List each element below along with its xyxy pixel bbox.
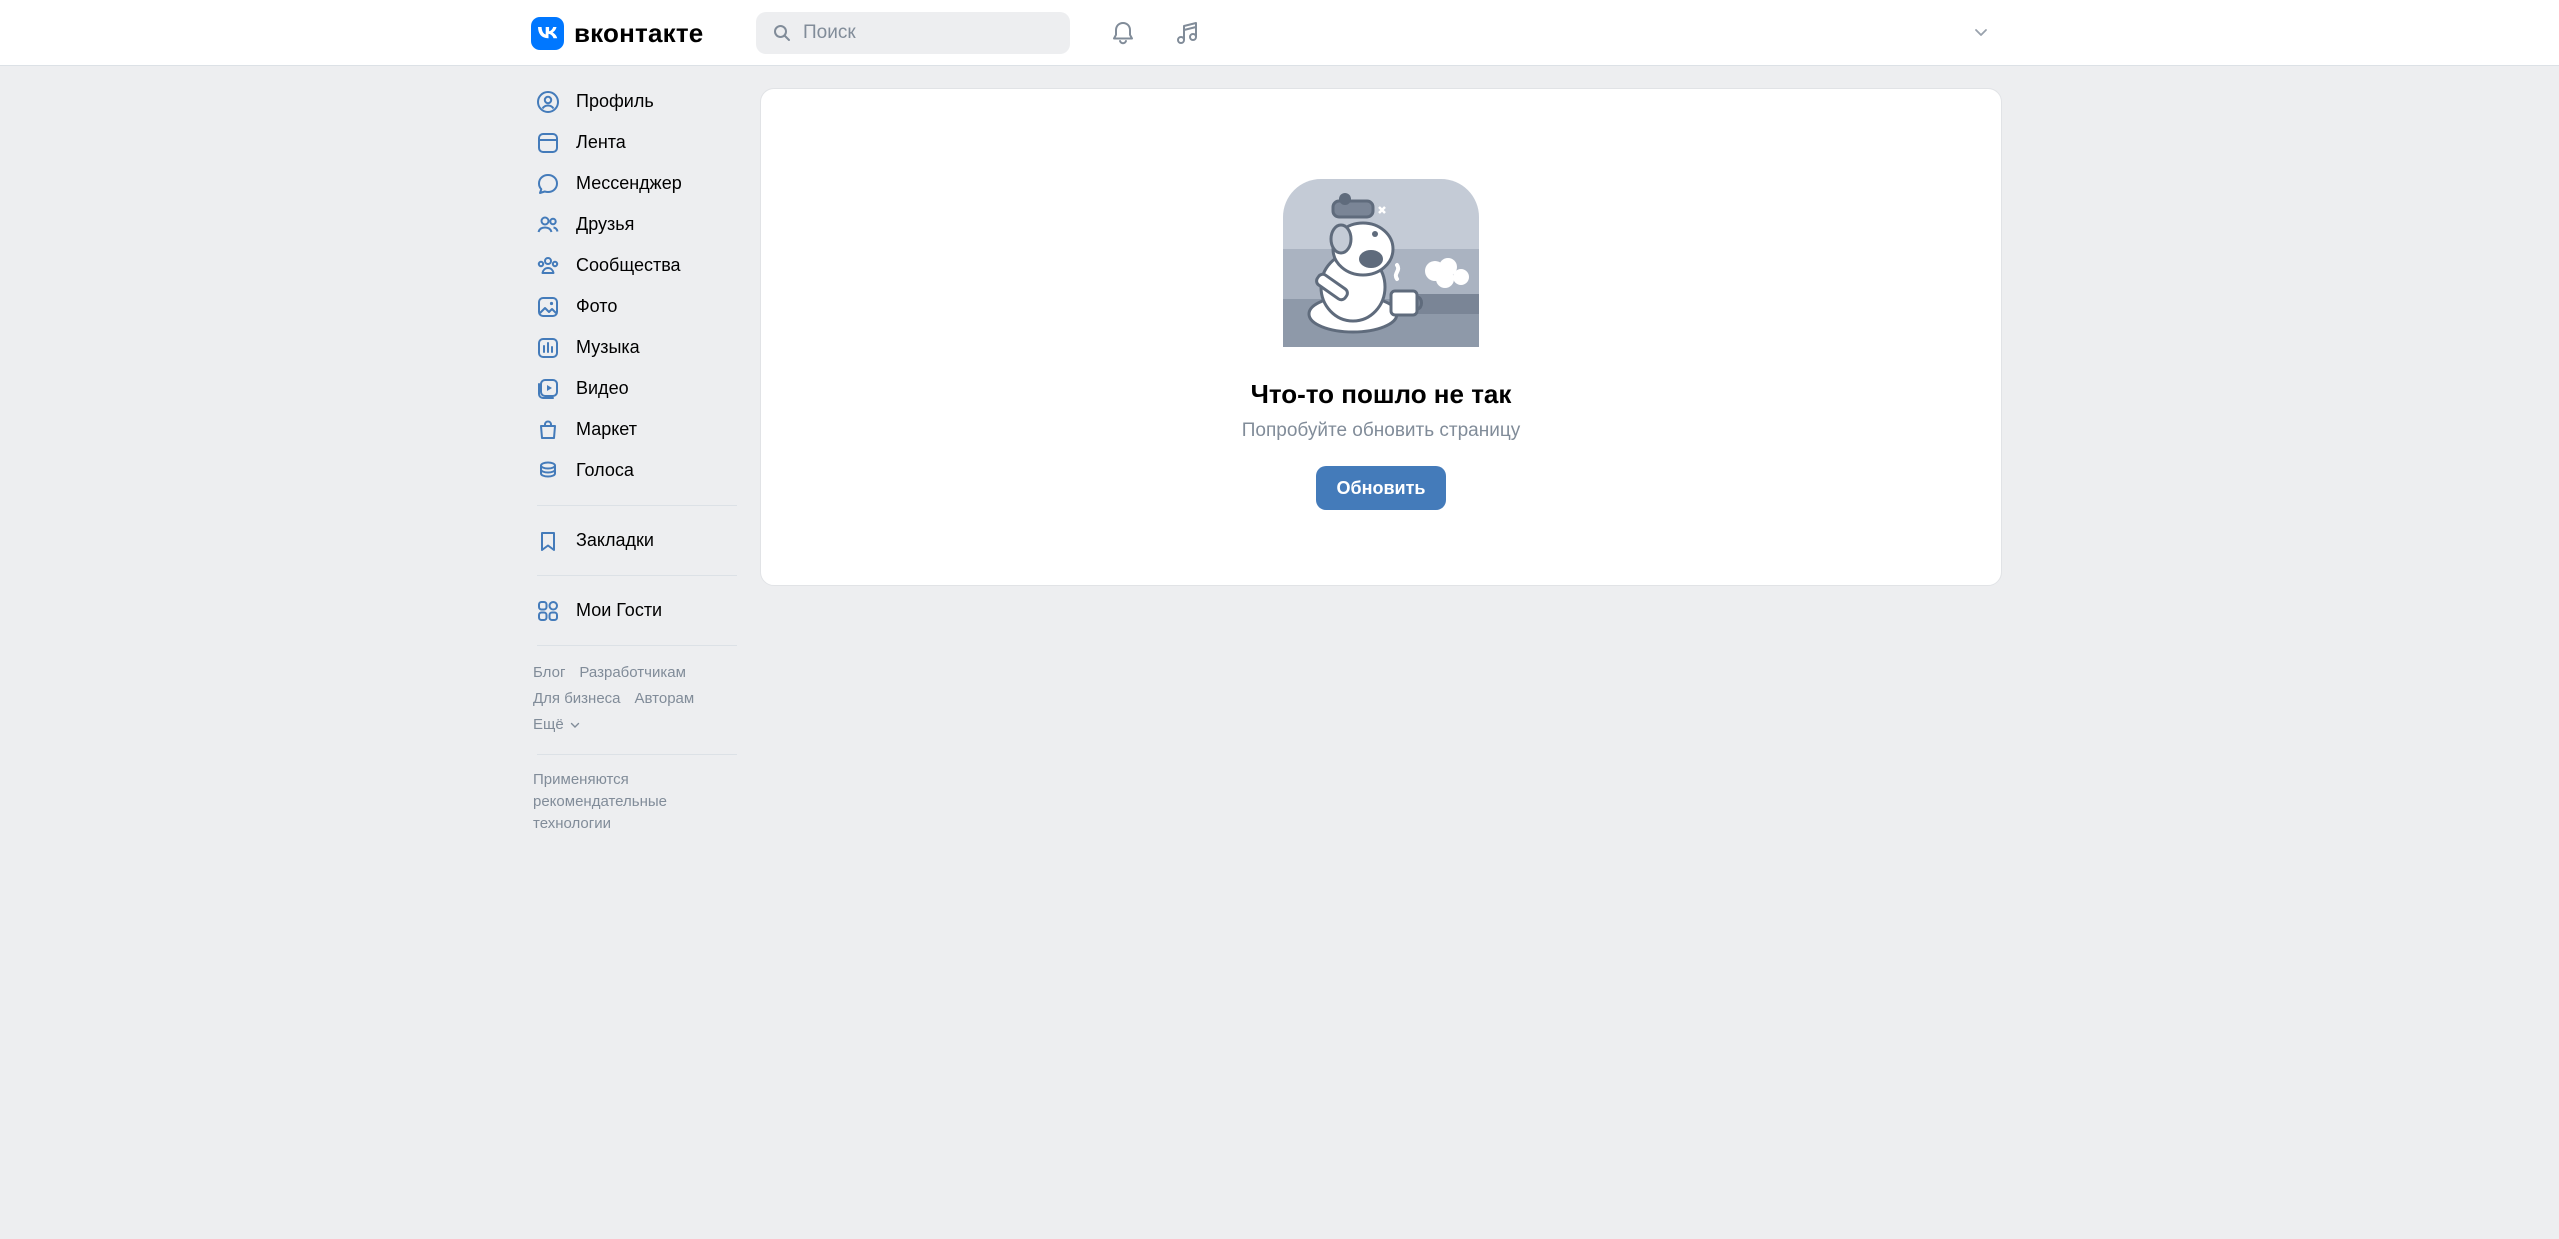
footer-links: Блог Разработчикам Для бизнеса Авторам Ещё xyxy=(533,660,743,738)
sidebar-item-label: Фото xyxy=(576,296,618,316)
friends-icon xyxy=(535,212,561,238)
broken-dog-illustration xyxy=(1283,179,1479,347)
sidebar-item-communities[interactable]: Сообщества xyxy=(533,245,743,286)
message-icon xyxy=(535,171,561,197)
sidebar-divider xyxy=(537,645,737,646)
vk-logo[interactable]: вконтакте xyxy=(531,16,703,50)
sidebar-item-messenger[interactable]: Мессенджер xyxy=(533,163,743,204)
sidebar-item-label: Лента xyxy=(576,132,626,152)
footer-more-toggle[interactable]: Ещё xyxy=(533,712,743,738)
sidebar-item-feed[interactable]: Лента xyxy=(533,122,743,163)
sidebar-item-label: Закладки xyxy=(576,530,654,550)
music-player-icon[interactable] xyxy=(1171,16,1205,50)
apps-grid-icon xyxy=(535,598,561,624)
sidebar-item-music[interactable]: Музыка xyxy=(533,327,743,368)
error-card: Что-то пошло не так Попробуйте обновить … xyxy=(760,88,2002,586)
market-bag-icon xyxy=(535,417,561,443)
search-icon xyxy=(774,25,790,41)
sidebar-item-photo[interactable]: Фото xyxy=(533,286,743,327)
footer-more-label: Ещё xyxy=(533,716,564,733)
coins-icon xyxy=(535,458,561,484)
top-header: вконтакте xyxy=(0,0,2559,66)
logo-text: вконтакте xyxy=(574,17,704,48)
search-input[interactable] xyxy=(801,21,1055,45)
sidebar-item-label: Маркет xyxy=(576,419,637,439)
sidebar-item-friends[interactable]: Друзья xyxy=(533,204,743,245)
search-box[interactable] xyxy=(756,12,1070,54)
sidebar-item-label: Друзья xyxy=(576,214,635,234)
video-icon xyxy=(535,376,561,402)
sidebar-item-profile[interactable]: Профиль xyxy=(533,81,743,122)
footer-link-developers[interactable]: Разработчикам xyxy=(579,664,685,681)
sidebar-divider xyxy=(537,575,737,576)
notifications-bell-icon[interactable] xyxy=(1106,16,1140,50)
user-circle-icon xyxy=(535,89,561,115)
communities-icon xyxy=(535,253,561,279)
sidebar-divider xyxy=(537,505,737,506)
error-title: Что-то пошло не так xyxy=(1250,379,1512,409)
footer-link-blog[interactable]: Блог xyxy=(533,664,565,681)
error-subtitle: Попробуйте обновить страницу xyxy=(1241,420,1521,441)
sidebar-item-my-guests[interactable]: Мои Гости xyxy=(533,590,743,631)
bookmark-icon xyxy=(535,528,561,554)
footer-link-authors[interactable]: Авторам xyxy=(635,690,695,707)
sidebar-item-label: Видео xyxy=(576,378,629,398)
sidebar-item-bookmarks[interactable]: Закладки xyxy=(533,520,743,561)
sidebar-item-video[interactable]: Видео xyxy=(533,368,743,409)
recommendation-note[interactable]: Применяются рекомендательные технологии xyxy=(533,769,703,835)
sidebar-item-label: Сообщества xyxy=(576,255,681,275)
sidebar-item-label: Мессенджер xyxy=(576,173,682,193)
vk-logo-icon xyxy=(531,16,564,50)
photo-icon xyxy=(535,294,561,320)
sidebar-item-label: Мои Гости xyxy=(576,600,663,620)
chevron-down-icon xyxy=(570,722,579,728)
sidebar-item-votes[interactable]: Голоса xyxy=(533,450,743,491)
sidebar-divider xyxy=(537,754,737,755)
newsfeed-icon xyxy=(535,130,561,156)
sidebar-item-label: Музыка xyxy=(576,337,640,357)
left-sidebar: Профиль Лента Мессенджер Друзья Сообщест… xyxy=(533,81,743,835)
profile-menu-chevron-down-icon[interactable] xyxy=(1971,22,1991,42)
refresh-button[interactable]: Обновить xyxy=(1316,466,1446,510)
sidebar-item-label: Профиль xyxy=(576,91,654,111)
music-icon xyxy=(535,335,561,361)
sidebar-item-label: Голоса xyxy=(576,460,634,480)
sidebar-item-market[interactable]: Маркет xyxy=(533,409,743,450)
footer-link-business[interactable]: Для бизнеса xyxy=(533,690,621,707)
